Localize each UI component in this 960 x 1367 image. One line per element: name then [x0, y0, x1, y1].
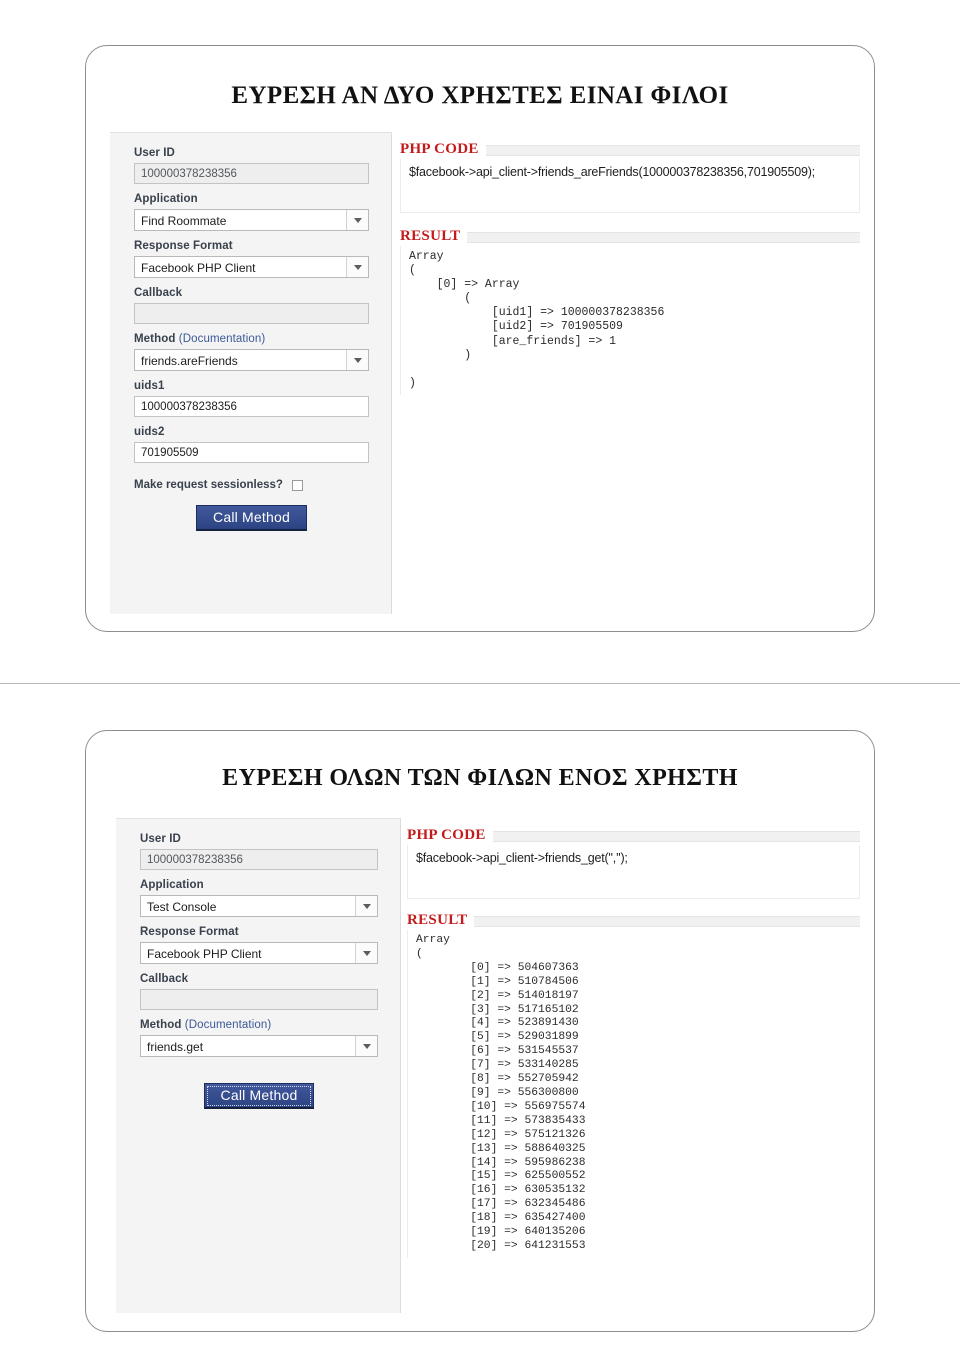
response-format-select[interactable]: Facebook PHP Client: [134, 256, 369, 278]
response-format-select[interactable]: Facebook PHP Client: [140, 942, 378, 964]
chevron-down-icon: [355, 896, 377, 916]
slide-1: ΕΥΡΕΣΗ ΑΝ ΔΥΟ ΧΡΗΣΤΕΣ ΕΙΝΑΙ ΦΙΛΟΙ User I…: [85, 45, 875, 632]
result-header-1: RESULT: [400, 227, 860, 245]
api-form-panel-2: User ID 100000378238356 Application Test…: [116, 818, 401, 1313]
api-output-panel-1: PHP CODE $facebook->api_client->friends_…: [392, 132, 874, 614]
response-format-label: Response Format: [140, 926, 239, 938]
php-code-text-1: $facebook->api_client->friends_areFriend…: [409, 165, 815, 179]
method-label-text: Method: [140, 1019, 182, 1031]
chevron-down-icon: [355, 1036, 377, 1056]
slide-1-title: ΕΥΡΕΣΗ ΑΝ ΔΥΟ ΧΡΗΣΤΕΣ ΕΙΝΑΙ ΦΙΛΟΙ: [231, 82, 729, 109]
api-form-panel-1: User ID 100000378238356 Application Find…: [110, 132, 392, 614]
method-select[interactable]: friends.get: [140, 1035, 378, 1057]
php-code-header-1: PHP CODE: [400, 140, 860, 158]
chevron-down-icon: [346, 210, 368, 230]
method-select-value: friends.get: [147, 1040, 204, 1054]
application-label: Application: [134, 193, 198, 205]
uids2-input[interactable]: 701905509: [134, 442, 369, 463]
result-body-1: Array ( [0] => Array ( [uid1] => 1000003…: [400, 246, 860, 395]
result-header-bar: [407, 916, 860, 927]
chevron-down-icon: [355, 943, 377, 963]
callback-input[interactable]: [140, 989, 378, 1010]
result-text-1: Array ( [0] => Array ( [uid1] => 1000003…: [409, 250, 665, 390]
result-header-bar: [400, 232, 860, 243]
response-format-select-value: Facebook PHP Client: [141, 261, 256, 275]
user-id-input[interactable]: 100000378238356: [140, 849, 378, 870]
application-select-value: Find Roommate: [141, 214, 227, 228]
php-code-header-2: PHP CODE: [407, 826, 860, 844]
application-label: Application: [140, 879, 204, 891]
chevron-down-icon: [346, 257, 368, 277]
application-select-value: Test Console: [147, 900, 217, 914]
callback-label: Callback: [140, 973, 189, 985]
user-id-input[interactable]: 100000378238356: [134, 163, 369, 184]
api-test-console-2: User ID 100000378238356 Application Test…: [86, 818, 874, 1313]
method-label: Method (Documentation): [140, 1019, 378, 1031]
uids2-label: uids2: [134, 426, 165, 438]
api-test-console-1: User ID 100000378238356 Application Find…: [86, 132, 874, 614]
call-method-wrap: Call Method: [140, 1083, 378, 1109]
callback-label: Callback: [134, 287, 183, 299]
slide-2: ΕΥΡΕΣΗ ΟΛΩΝ ΤΩΝ ΦΙΛΩΝ ΕΝΟΣ ΧΡΗΣΤΗ User I…: [85, 730, 875, 1332]
api-output-panel-2: PHP CODE $facebook->api_client->friends_…: [401, 818, 874, 1313]
result-body-2: Array ( [0] => 504607363 [1] => 51078450…: [407, 930, 860, 1258]
user-id-label: User ID: [140, 833, 181, 845]
method-label-text: Method: [134, 333, 176, 345]
php-code-header-label: PHP CODE: [400, 141, 486, 158]
php-code-body-2: $facebook->api_client->friends_get('',''…: [407, 845, 860, 899]
call-method-button[interactable]: Call Method: [203, 1083, 315, 1109]
method-select-value: friends.areFriends: [141, 354, 238, 368]
result-header-label: RESULT: [400, 228, 468, 245]
user-id-label: User ID: [134, 147, 175, 159]
application-select[interactable]: Find Roommate: [134, 209, 369, 231]
uids1-input[interactable]: 100000378238356: [134, 396, 369, 417]
php-code-header-label: PHP CODE: [407, 827, 493, 844]
php-code-text-2: $facebook->api_client->friends_get('',''…: [416, 851, 628, 865]
sessionless-checkbox[interactable]: [291, 479, 303, 491]
response-format-select-value: Facebook PHP Client: [147, 947, 262, 961]
call-method-wrap: Call Method: [134, 505, 369, 531]
result-header-label: RESULT: [407, 912, 475, 929]
method-label: Method (Documentation): [134, 333, 369, 345]
callback-input[interactable]: [134, 303, 369, 324]
response-format-label: Response Format: [134, 240, 233, 252]
chevron-down-icon: [346, 350, 368, 370]
documentation-link[interactable]: (Documentation): [179, 333, 266, 345]
uids1-label: uids1: [134, 380, 165, 392]
documentation-link[interactable]: (Documentation): [185, 1019, 272, 1031]
result-header-2: RESULT: [407, 911, 860, 929]
method-select[interactable]: friends.areFriends: [134, 349, 369, 371]
slide-divider: [0, 683, 960, 684]
sessionless-row: Make request sessionless?: [134, 479, 369, 491]
call-method-button[interactable]: Call Method: [196, 505, 307, 531]
application-select[interactable]: Test Console: [140, 895, 378, 917]
result-text-2: Array ( [0] => 504607363 [1] => 51078450…: [416, 934, 586, 1252]
php-code-body-1: $facebook->api_client->friends_areFriend…: [400, 159, 860, 213]
slide-2-title: ΕΥΡΕΣΗ ΟΛΩΝ ΤΩΝ ΦΙΛΩΝ ΕΝΟΣ ΧΡΗΣΤΗ: [222, 765, 738, 791]
sessionless-label: Make request sessionless?: [134, 479, 283, 491]
